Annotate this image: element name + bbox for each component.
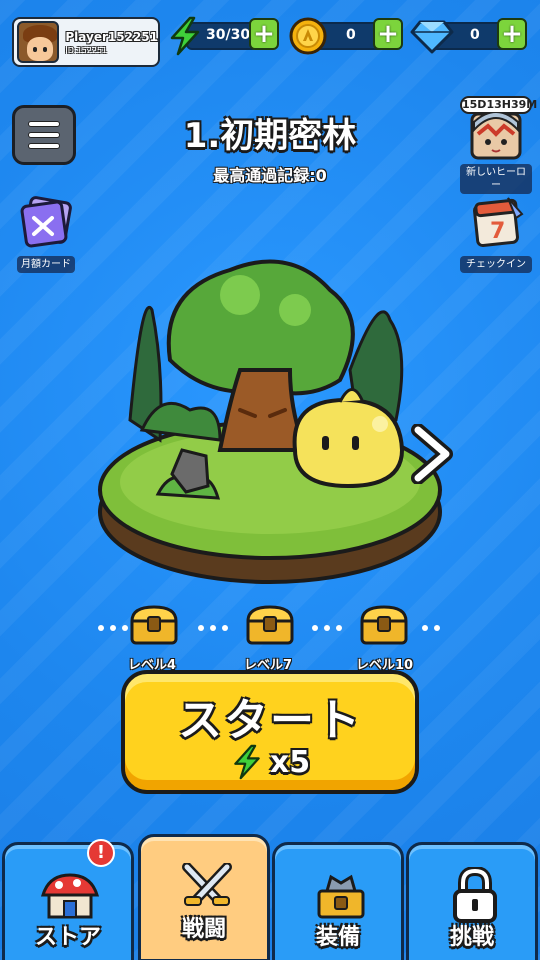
calendar-icon: 7 bbox=[473, 197, 524, 247]
tab-challenge[interactable]: 挑戦 bbox=[406, 842, 538, 960]
level-reward-track bbox=[0, 603, 540, 653]
tab-challenge-label: 挑戦 bbox=[449, 925, 494, 950]
tab-battle-label: 戦闘 bbox=[181, 917, 226, 942]
track-dot bbox=[198, 625, 204, 631]
store-alert-badge: ! bbox=[87, 839, 115, 867]
track-dot bbox=[434, 625, 440, 631]
track-dot bbox=[324, 625, 330, 631]
lock-icon bbox=[453, 867, 497, 923]
gems-value: 0 bbox=[470, 27, 480, 43]
add-gems-button[interactable]: + bbox=[497, 18, 527, 50]
shop-icon bbox=[40, 873, 100, 919]
lightning-icon bbox=[234, 744, 260, 780]
monthly-card-button[interactable]: 月額カード bbox=[8, 196, 84, 273]
stage-island-illustration[interactable] bbox=[90, 250, 460, 590]
track-dot bbox=[312, 625, 318, 631]
treasure-chest-icon[interactable] bbox=[128, 603, 180, 647]
tab-equipment-label: 装備 bbox=[315, 925, 360, 950]
player-profile-card[interactable]: Player152251 ID:152251 bbox=[12, 17, 160, 67]
player-name: Player152251 bbox=[65, 29, 158, 44]
track-dot bbox=[210, 625, 216, 631]
new-hero-button[interactable]: 新しいヒーロー bbox=[458, 111, 534, 194]
bottom-navigation: ! ストア 戦闘 装備 挑戦 bbox=[0, 834, 540, 960]
tab-store[interactable]: ! ストア bbox=[2, 839, 134, 960]
new-hero-label: 新しいヒーロー bbox=[460, 164, 532, 194]
track-dot bbox=[422, 625, 428, 631]
crossed-swords-icon bbox=[182, 863, 232, 906]
lightning-icon bbox=[170, 16, 200, 56]
energy-value: 30/30 bbox=[206, 27, 251, 43]
checkin-button[interactable]: 7 チェックイン bbox=[458, 194, 534, 273]
svg-text:7: 7 bbox=[490, 219, 505, 244]
equipment-chest-icon bbox=[317, 874, 365, 919]
coin-icon bbox=[289, 17, 327, 55]
track-dot bbox=[110, 625, 116, 631]
start-button[interactable]: スタート x5 bbox=[121, 670, 419, 794]
player-avatar bbox=[17, 21, 60, 63]
card-icon bbox=[20, 196, 72, 248]
gold-value: 0 bbox=[346, 27, 356, 43]
treasure-chest-icon[interactable] bbox=[244, 603, 296, 647]
hero-portrait-icon bbox=[470, 111, 522, 160]
player-id: ID:152251 bbox=[65, 45, 108, 55]
diamond-icon bbox=[410, 20, 454, 54]
start-label: スタート bbox=[178, 695, 362, 746]
tab-store-label: ストア bbox=[34, 925, 101, 950]
add-gold-button[interactable]: + bbox=[373, 18, 403, 50]
next-stage-arrow[interactable] bbox=[410, 424, 454, 484]
treasure-chest-icon[interactable] bbox=[358, 603, 410, 647]
track-dot bbox=[222, 625, 228, 631]
checkin-label: チェックイン bbox=[460, 256, 532, 273]
start-cost-value: x5 bbox=[269, 744, 311, 780]
track-dot bbox=[98, 625, 104, 631]
tab-equipment[interactable]: 装備 bbox=[272, 842, 404, 960]
monthly-card-label: 月額カード bbox=[17, 256, 75, 273]
start-cost: x5 bbox=[125, 744, 415, 780]
track-dot bbox=[336, 625, 342, 631]
add-energy-button[interactable]: + bbox=[249, 18, 279, 50]
tab-battle[interactable]: 戦闘 bbox=[138, 834, 270, 960]
